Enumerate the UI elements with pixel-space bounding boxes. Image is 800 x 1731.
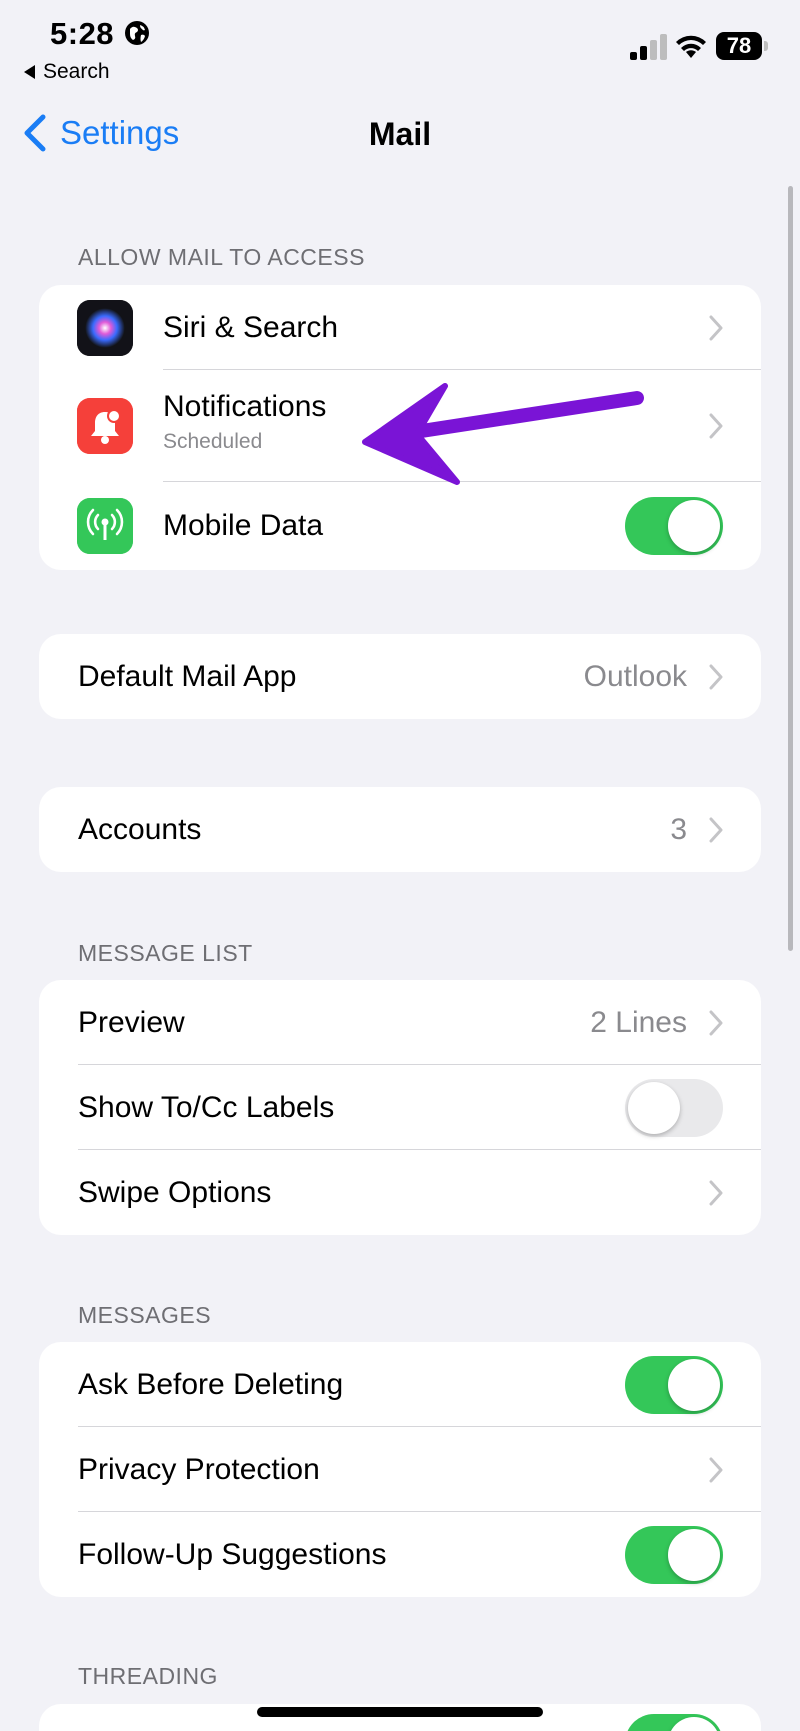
privacy-protection-label: Privacy Protection: [78, 1452, 320, 1486]
chevron-right-icon: [709, 817, 723, 842]
accounts-row[interactable]: Accounts 3: [39, 787, 761, 872]
siri-icon: [77, 299, 133, 356]
scrollbar[interactable]: [788, 186, 793, 951]
mobile-data-row: Mobile Data: [39, 482, 761, 570]
siri-search-row[interactable]: Siri & Search: [39, 285, 761, 370]
show-tocc-row: Show To/Cc Labels: [39, 1065, 761, 1150]
chevron-right-icon: [709, 1180, 723, 1205]
battery-icon: 78: [716, 32, 768, 60]
wifi-icon: [676, 35, 706, 58]
default-mail-app-label: Default Mail App: [78, 659, 297, 693]
chevron-right-icon: [709, 315, 723, 340]
status-time: 5:28: [50, 16, 115, 51]
bell-icon: [77, 398, 133, 454]
preview-row[interactable]: Preview 2 Lines: [39, 980, 761, 1065]
annotation-arrow: [362, 383, 644, 485]
chevron-right-icon: [709, 1457, 723, 1482]
swipe-options-row[interactable]: Swipe Options: [39, 1150, 761, 1235]
accounts-count: 3: [670, 812, 687, 846]
section-header-message-list: MESSAGE LIST: [78, 940, 253, 966]
ask-before-deleting-label: Ask Before Deleting: [78, 1367, 344, 1401]
notifications-subtitle: Scheduled: [163, 430, 263, 453]
navigation-bar: Settings Mail: [0, 100, 800, 170]
default-mail-app-row[interactable]: Default Mail App Outlook: [39, 634, 761, 719]
ask-before-deleting-row: Ask Before Deleting: [39, 1342, 761, 1427]
section-header-messages: MESSAGES: [78, 1302, 212, 1328]
privacy-protection-row[interactable]: Privacy Protection: [39, 1427, 761, 1512]
back-triangle-icon: [24, 65, 35, 79]
page-title: Mail: [368, 116, 432, 152]
ask-before-deleting-toggle[interactable]: [625, 1355, 723, 1414]
mobile-data-toggle[interactable]: [625, 497, 723, 555]
chevron-right-icon: [709, 413, 723, 439]
chevron-right-icon: [709, 1010, 723, 1035]
mobile-data-label: Mobile Data: [163, 509, 324, 542]
follow-up-suggestions-row: Follow-Up Suggestions: [39, 1512, 761, 1597]
signal-icon: [630, 34, 667, 60]
messages-group: Ask Before Deleting Privacy Protection F…: [39, 1342, 761, 1597]
preview-value: 2 Lines: [590, 1005, 687, 1039]
status-bar: 5:28 Search 78: [0, 0, 800, 92]
message-list-group: Preview 2 Lines Show To/Cc Labels Swipe …: [39, 980, 761, 1235]
accounts-label: Accounts: [78, 812, 202, 846]
antenna-icon: [77, 498, 133, 554]
show-tocc-label: Show To/Cc Labels: [78, 1090, 335, 1124]
accounts-group: Accounts 3: [39, 787, 761, 872]
section-header-threading: THREADING: [78, 1663, 218, 1689]
chevron-right-icon: [709, 664, 723, 689]
default-mail-app-value: Outlook: [583, 659, 687, 693]
battery-level: 78: [716, 32, 762, 60]
notifications-label: Notifications: [163, 390, 327, 423]
back-to-app-link[interactable]: Search: [24, 60, 110, 84]
threading-toggle[interactable]: [625, 1714, 723, 1731]
follow-up-suggestions-toggle[interactable]: [625, 1525, 723, 1584]
show-tocc-toggle[interactable]: [625, 1078, 723, 1137]
preview-label: Preview: [78, 1005, 185, 1039]
section-header-allow-access: ALLOW MAIL TO ACCESS: [78, 244, 365, 270]
siri-search-label: Siri & Search: [163, 310, 339, 344]
home-indicator[interactable]: [257, 1707, 543, 1717]
default-mail-app-group: Default Mail App Outlook: [39, 634, 761, 719]
back-app-label: Search: [43, 60, 110, 83]
swipe-options-label: Swipe Options: [78, 1175, 272, 1209]
follow-up-suggestions-label: Follow-Up Suggestions: [78, 1537, 387, 1571]
globe-icon: [125, 21, 149, 45]
